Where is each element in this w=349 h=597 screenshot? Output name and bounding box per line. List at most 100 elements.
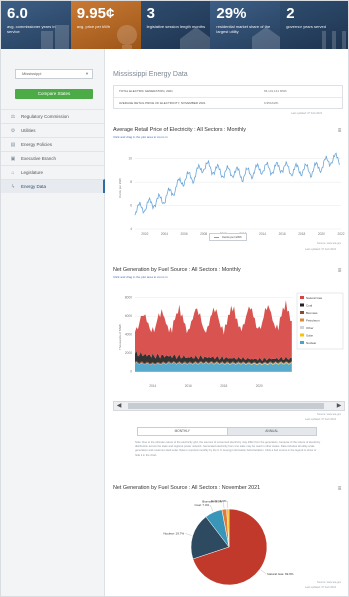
sidebar-item-label: Energy Policies bbox=[21, 142, 53, 147]
x-tick-label: 2006 bbox=[181, 232, 188, 236]
pie-label-connector bbox=[260, 569, 267, 575]
stats-banner: 6.0 avg. commissioner years in service 9… bbox=[1, 1, 348, 49]
y-axis-label: Thousands of MWh bbox=[118, 324, 122, 350]
table-row: AVERAGE RETAIL PRICE OF ELECTRICITY, NOV… bbox=[114, 97, 342, 108]
retail-price-chart-title: Average Retail Price of Electricity : Al… bbox=[113, 127, 246, 133]
stat-value: 9.95¢ bbox=[76, 5, 115, 22]
state-select-value: Mississippi bbox=[22, 71, 42, 76]
sidebar-item-energy-policies[interactable]: ▤ Energy Policies bbox=[1, 137, 105, 151]
stat-card: 9.95¢ avg. price per kWh bbox=[70, 1, 141, 49]
legend-swatch bbox=[300, 296, 304, 299]
document-icon: ▤ bbox=[10, 142, 16, 148]
main-content: Mississippi Energy Data TOTAL ELECTRIC G… bbox=[113, 49, 345, 596]
scrollbar-thumb[interactable] bbox=[128, 403, 324, 409]
energy-summary-table: TOTAL ELECTRIC GENERATION, 2021 65,131,1… bbox=[113, 85, 343, 109]
legend-swatch bbox=[300, 333, 304, 337]
x-tick-label: 2002 bbox=[141, 232, 148, 236]
legend-label: Natural Gas bbox=[306, 296, 323, 300]
generation-chart-title: Net Generation by Fuel Source : All Sect… bbox=[113, 267, 241, 273]
y-tick-label: 6 bbox=[130, 204, 132, 208]
tab-monthly[interactable]: MONTHLY bbox=[138, 428, 227, 435]
briefcase-icon: ▣ bbox=[10, 156, 16, 162]
compare-states-button[interactable]: Compare States bbox=[15, 89, 93, 99]
x-tick-label: 2014 bbox=[259, 232, 266, 236]
scroll-left-icon[interactable]: ◀ bbox=[114, 402, 124, 410]
sidebar: Mississippi ▼ Compare States ⚖ Regulator… bbox=[1, 49, 105, 596]
updated-note: Last updated: 07 Feb 2022 bbox=[305, 586, 337, 589]
gavel-icon: ⚖ bbox=[10, 114, 16, 120]
stat-card: 3 legislative session length months bbox=[140, 1, 211, 49]
legend-label: Other bbox=[306, 326, 314, 330]
stat-card: 29% residential market share of the larg… bbox=[210, 1, 281, 49]
stat-card: 6.0 avg. commissioner years in service bbox=[1, 1, 71, 49]
page-title: Mississippi Energy Data bbox=[113, 71, 188, 78]
y-tick-label: 4000 bbox=[125, 333, 132, 337]
building-icon: ⌂ bbox=[11, 170, 15, 176]
sidebar-item-label: Regulatory Commission bbox=[21, 114, 69, 119]
updated-note: Last updated: 07 Feb 2022 bbox=[291, 112, 323, 115]
x-tick-label: 2008 bbox=[200, 232, 207, 236]
pie-label-connector bbox=[210, 504, 214, 512]
legend-label: Cents per kWh bbox=[221, 235, 242, 239]
stat-value: 3 bbox=[146, 5, 155, 22]
legend-label: Petroleum bbox=[306, 318, 320, 322]
y-tick-label: 8 bbox=[130, 180, 132, 184]
table-row: TOTAL ELECTRIC GENERATION, 2021 65,131,1… bbox=[114, 86, 342, 97]
legend-label: Biomass bbox=[306, 311, 318, 315]
x-tick-label: 2004 bbox=[161, 232, 168, 236]
updated-note: Last updated: 07 Feb 2022 bbox=[305, 248, 337, 251]
sidebar-item-utilities[interactable]: ⚙ Utilities bbox=[1, 123, 105, 137]
y-tick-label: 10 bbox=[128, 157, 132, 161]
updated-note: Last updated: 07 Feb 2022 bbox=[305, 418, 337, 421]
x-tick-label: 2022 bbox=[337, 232, 344, 236]
row-value: 9.95¢/kWh bbox=[264, 101, 279, 105]
chart-menu-icon[interactable]: ≡ bbox=[337, 486, 342, 492]
generation-pie-chart[interactable]: Natural Gas: 69.9% Nuclear: 19.7% Coal: 7.… bbox=[113, 493, 345, 593]
pie-data-label: Solar: 1.0% bbox=[211, 499, 227, 503]
chart-menu-icon[interactable]: ≡ bbox=[337, 128, 342, 134]
sidebar-item-legislature[interactable]: ⌂ Legislature bbox=[1, 165, 105, 179]
area-series-natural-gas bbox=[135, 300, 292, 362]
row-label: TOTAL ELECTRIC GENERATION, 2021 bbox=[119, 89, 173, 93]
x-tick-label: 2018 bbox=[220, 384, 227, 388]
chart-legend[interactable]: Cents per kWh bbox=[209, 233, 247, 241]
source-note: Source: www.eia.gov bbox=[317, 413, 342, 416]
sidebar-item-energy-data[interactable]: ϟ Energy Data bbox=[1, 179, 105, 193]
stat-label: legislative session length months bbox=[146, 24, 206, 29]
x-tick-label: 2014 bbox=[149, 384, 156, 388]
generation-chart-hint: Click and drag in the plot area to zoom … bbox=[113, 275, 168, 279]
stat-value: 2 bbox=[286, 5, 295, 22]
sidebar-item-executive-branch[interactable]: ▣ Executive Branch bbox=[1, 151, 105, 165]
legend-swatch bbox=[300, 341, 304, 344]
stat-label: avg. commissioner years in service bbox=[7, 24, 56, 34]
legend-swatch bbox=[300, 311, 304, 314]
chart-menu-icon[interactable]: ≡ bbox=[337, 268, 342, 274]
row-value: 65,131,121 MWh bbox=[264, 89, 287, 93]
x-tick-label: 2018 bbox=[298, 232, 305, 236]
state-select[interactable]: Mississippi ▼ bbox=[15, 69, 93, 79]
x-tick-label: 2016 bbox=[185, 384, 192, 388]
sidebar-item-label: Utilities bbox=[21, 128, 36, 133]
y-tick-label: 4 bbox=[130, 227, 132, 231]
legend-label: Nuclear bbox=[306, 341, 316, 345]
legend-swatch bbox=[300, 326, 304, 329]
retail-price-chart-hint: Click and drag in the plot area to zoom … bbox=[113, 135, 168, 139]
stat-label: residential market share of the largest … bbox=[216, 24, 271, 34]
generation-area-chart[interactable]: 0 2000 4000 6000 8000 2014 2016 2018 2020 Thousan… bbox=[113, 281, 345, 401]
scroll-right-icon[interactable]: ▶ bbox=[334, 402, 344, 410]
pie-label-connector bbox=[184, 533, 192, 536]
period-tabs: MONTHLY ANNUAL bbox=[137, 427, 317, 436]
stat-value: 6.0 bbox=[7, 5, 28, 22]
pie-data-label: Nuclear: 19.7% bbox=[164, 531, 185, 535]
stat-value: 29% bbox=[216, 5, 247, 22]
tab-annual[interactable]: ANNUAL bbox=[226, 428, 316, 435]
legend-label: Solar bbox=[306, 333, 313, 337]
pie-data-label: Natural Gas: 69.9% bbox=[267, 572, 294, 576]
chart-navigator-scrollbar[interactable]: ◀ ▶ bbox=[113, 401, 345, 411]
sidebar-nav: ⚖ Regulatory Commission ⚙ Utilities ▤ En… bbox=[1, 109, 105, 193]
y-tick-label: 2000 bbox=[125, 351, 132, 355]
legend-label: Coal bbox=[306, 303, 313, 307]
sidebar-item-regulatory-commission[interactable]: ⚖ Regulatory Commission bbox=[1, 109, 105, 123]
sidebar-item-label: Executive Branch bbox=[21, 156, 57, 161]
data-notes-paragraph: Note: Due to the ultimate nature of the … bbox=[135, 441, 321, 457]
